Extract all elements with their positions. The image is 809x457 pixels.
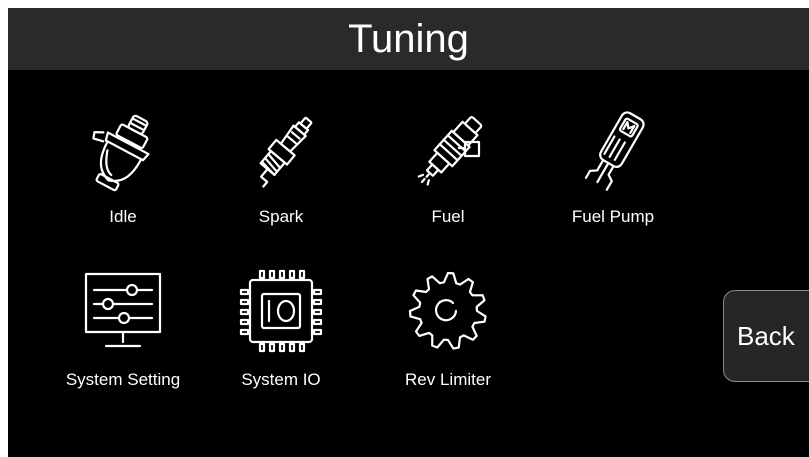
tuning-screen: Tuning Idle Spark Fuel Fuel Pump System … [8,8,809,457]
tile-label: Idle [109,207,137,226]
back-button-label: Back [737,320,795,351]
fuel-pump-icon [584,111,645,191]
page-title: Tuning [348,17,469,61]
io-chip-icon [239,269,323,353]
idle-air-valve-icon [92,114,150,192]
fuel-injector-icon [417,116,483,186]
tile-label: Rev Limiter [405,370,491,389]
back-button[interactable]: Back [723,290,809,382]
gear-icon [408,271,487,350]
settings-monitor-icon [84,272,162,348]
tile-label: System Setting [65,370,181,389]
fuel-tile[interactable]: Fuel [378,108,518,248]
fuel-pump-tile[interactable]: Fuel Pump [543,108,683,248]
tile-label: System IO [241,370,321,389]
idle-tile[interactable]: Idle [53,108,193,248]
system-io-tile[interactable]: System IO [211,268,351,408]
spark-tile[interactable]: Spark [211,108,351,248]
system-setting-tile[interactable]: System Setting [53,268,193,408]
tile-label: Spark [258,207,304,226]
spark-plug-icon [259,116,313,188]
title-bar: Tuning [8,8,809,70]
tile-label: Fuel Pump [571,207,655,226]
tile-label: Fuel [431,207,465,226]
rev-limiter-tile[interactable]: Rev Limiter [378,268,518,408]
